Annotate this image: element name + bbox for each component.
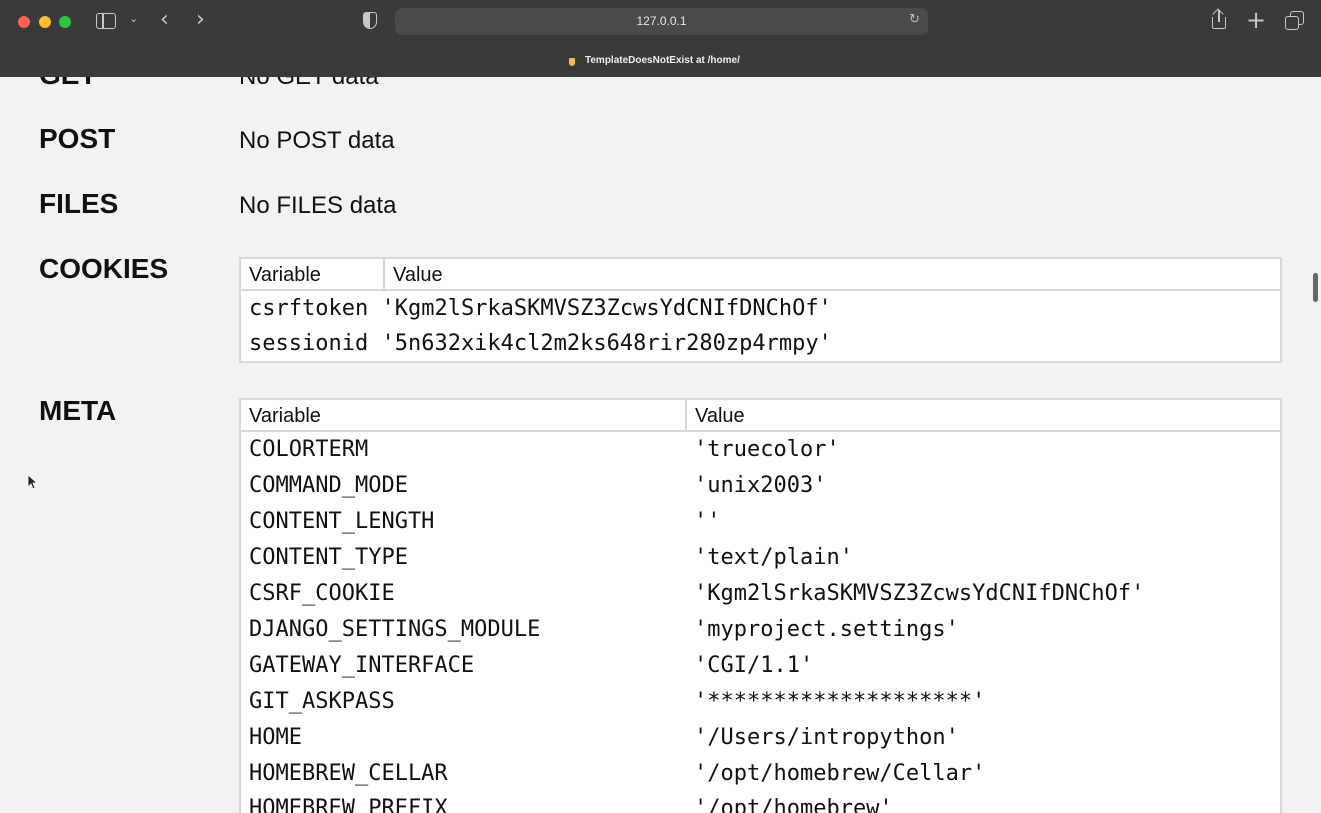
table-row: csrftoken 'Kgm2lSrkaSKMVSZ3ZcwsYdCNIfDNC… (240, 290, 1281, 326)
close-window-button[interactable] (18, 16, 30, 28)
address-bar[interactable]: 127.0.0.1 ↻ (395, 8, 928, 35)
cookie-variable: csrftoken (249, 296, 369, 321)
meta-header-variable: Variable (240, 399, 687, 432)
browser-chrome: ⌄ ‹ › 127.0.0.1 ↻ + TemplateDoesNotExist… (0, 0, 1321, 77)
get-section-label: GET (39, 77, 97, 91)
meta-section-label: META (39, 395, 117, 426)
privacy-shield-icon[interactable] (363, 12, 377, 29)
meta-value: 'myproject.settings' (694, 616, 959, 642)
meta-value: '/opt/homebrew/Cellar' (694, 760, 986, 786)
get-section-value: No GET data (239, 77, 379, 91)
tab-overview-icon[interactable] (1285, 11, 1305, 31)
share-icon[interactable] (1211, 8, 1227, 31)
cookies-header-value: Value (384, 258, 1281, 291)
table-row: sessionid '5n632xik4cl2m2ks648rir280zp4r… (240, 326, 1281, 362)
active-tab-title[interactable]: TemplateDoesNotExist at /home/ (585, 55, 740, 66)
minimize-window-button[interactable] (39, 16, 51, 28)
table-row: CONTENT_TYPE 'text/plain' (240, 539, 1281, 575)
new-tab-icon[interactable]: + (1246, 6, 1266, 34)
cookie-value: '5n632xik4cl2m2ks648rir280zp4rmpy' (381, 331, 832, 356)
page-content: GET No GET data POST No POST data FILES … (0, 77, 1321, 813)
meta-variable: CSRF_COOKIE (249, 580, 395, 606)
meta-value: 'Kgm2lSrkaSKMVSZ3ZcwsYdCNIfDNChOf' (694, 580, 1145, 606)
post-section-label: POST (39, 123, 116, 154)
meta-header-value: Value (686, 399, 1281, 432)
meta-value: 'text/plain' (694, 544, 853, 570)
table-row: GATEWAY_INTERFACE 'CGI/1.1' (240, 647, 1281, 683)
meta-variable: CONTENT_LENGTH (249, 508, 435, 534)
meta-variable: HOMEBREW_CELLAR (249, 760, 448, 786)
table-row: GIT_ASKPASS '********************' (240, 683, 1281, 719)
mouse-cursor-icon (27, 474, 37, 490)
sidebar-toggle-icon[interactable] (96, 13, 116, 29)
meta-variable: DJANGO_SETTINGS_MODULE (249, 616, 541, 642)
meta-value: 'truecolor' (694, 437, 840, 462)
files-section-label: FILES (39, 188, 119, 219)
meta-variable: GATEWAY_INTERFACE (249, 652, 475, 678)
post-section-value: No POST data (239, 127, 395, 154)
cookie-cell: csrftoken 'Kgm2lSrkaSKMVSZ3ZcwsYdCNIfDNC… (240, 290, 1281, 326)
cookies-table: Variable Value csrftoken 'Kgm2lSrkaSKMVS… (239, 257, 1282, 363)
cookies-header-row: Variable Value (240, 258, 1281, 291)
meta-variable: CONTENT_TYPE (249, 544, 408, 570)
back-arrow-icon[interactable]: ‹ (160, 7, 169, 32)
cookie-variable: sessionid (249, 331, 369, 356)
table-row: CSRF_COOKIE 'Kgm2lSrkaSKMVSZ3ZcwsYdCNIfDN… (240, 575, 1281, 611)
meta-value: '/Users/intropython' (694, 724, 959, 750)
table-row: HOMEBREW_PREFIX '/opt/homebrew' (240, 791, 1281, 813)
table-row: COMMAND_MODE 'unix2003' (240, 467, 1281, 503)
browser-toolbar: ⌄ ‹ › 127.0.0.1 ↻ + (0, 0, 1321, 44)
chevron-down-icon[interactable]: ⌄ (129, 12, 138, 25)
meta-header-row: Variable Value (240, 399, 1281, 432)
meta-value: '' (694, 508, 721, 534)
table-row: CONTENT_LENGTH '' (240, 503, 1281, 539)
meta-value: 'unix2003' (694, 472, 827, 498)
table-row: COLORTERM 'truecolor' (240, 431, 1281, 467)
cookies-header-variable: Variable (240, 258, 385, 291)
cookie-cell: sessionid '5n632xik4cl2m2ks648rir280zp4r… (240, 326, 1281, 362)
cookies-section-label: COOKIES (39, 253, 169, 284)
meta-value: 'CGI/1.1' (694, 652, 814, 678)
meta-variable: HOMEBREW_PREFIX (249, 796, 448, 813)
table-row: HOME '/Users/intropython' (240, 719, 1281, 755)
meta-variable: COMMAND_MODE (249, 472, 408, 498)
tab-favicon-icon (569, 58, 575, 66)
meta-variable: HOME (249, 724, 302, 750)
meta-value: '/opt/homebrew' (694, 796, 893, 813)
zoom-window-button[interactable] (59, 16, 71, 28)
meta-table: Variable Value COLORTERM 'truecolor' COMM… (239, 398, 1282, 813)
files-section-value: No FILES data (239, 192, 397, 219)
scrollbar-thumb[interactable] (1313, 273, 1318, 302)
forward-arrow-icon[interactable]: › (196, 7, 205, 32)
meta-value: '********************' (694, 688, 986, 714)
meta-variable: COLORTERM (249, 437, 369, 462)
address-bar-url: 127.0.0.1 (636, 14, 687, 28)
tab-strip: TemplateDoesNotExist at /home/ (0, 50, 1321, 74)
reload-icon[interactable]: ↻ (909, 12, 920, 27)
table-row: HOMEBREW_CELLAR '/opt/homebrew/Cellar' (240, 755, 1281, 791)
meta-variable: GIT_ASKPASS (249, 688, 395, 714)
cookie-value: 'Kgm2lSrkaSKMVSZ3ZcwsYdCNIfDNChOf' (381, 296, 832, 321)
table-row: DJANGO_SETTINGS_MODULE 'myproject.setting… (240, 611, 1281, 647)
